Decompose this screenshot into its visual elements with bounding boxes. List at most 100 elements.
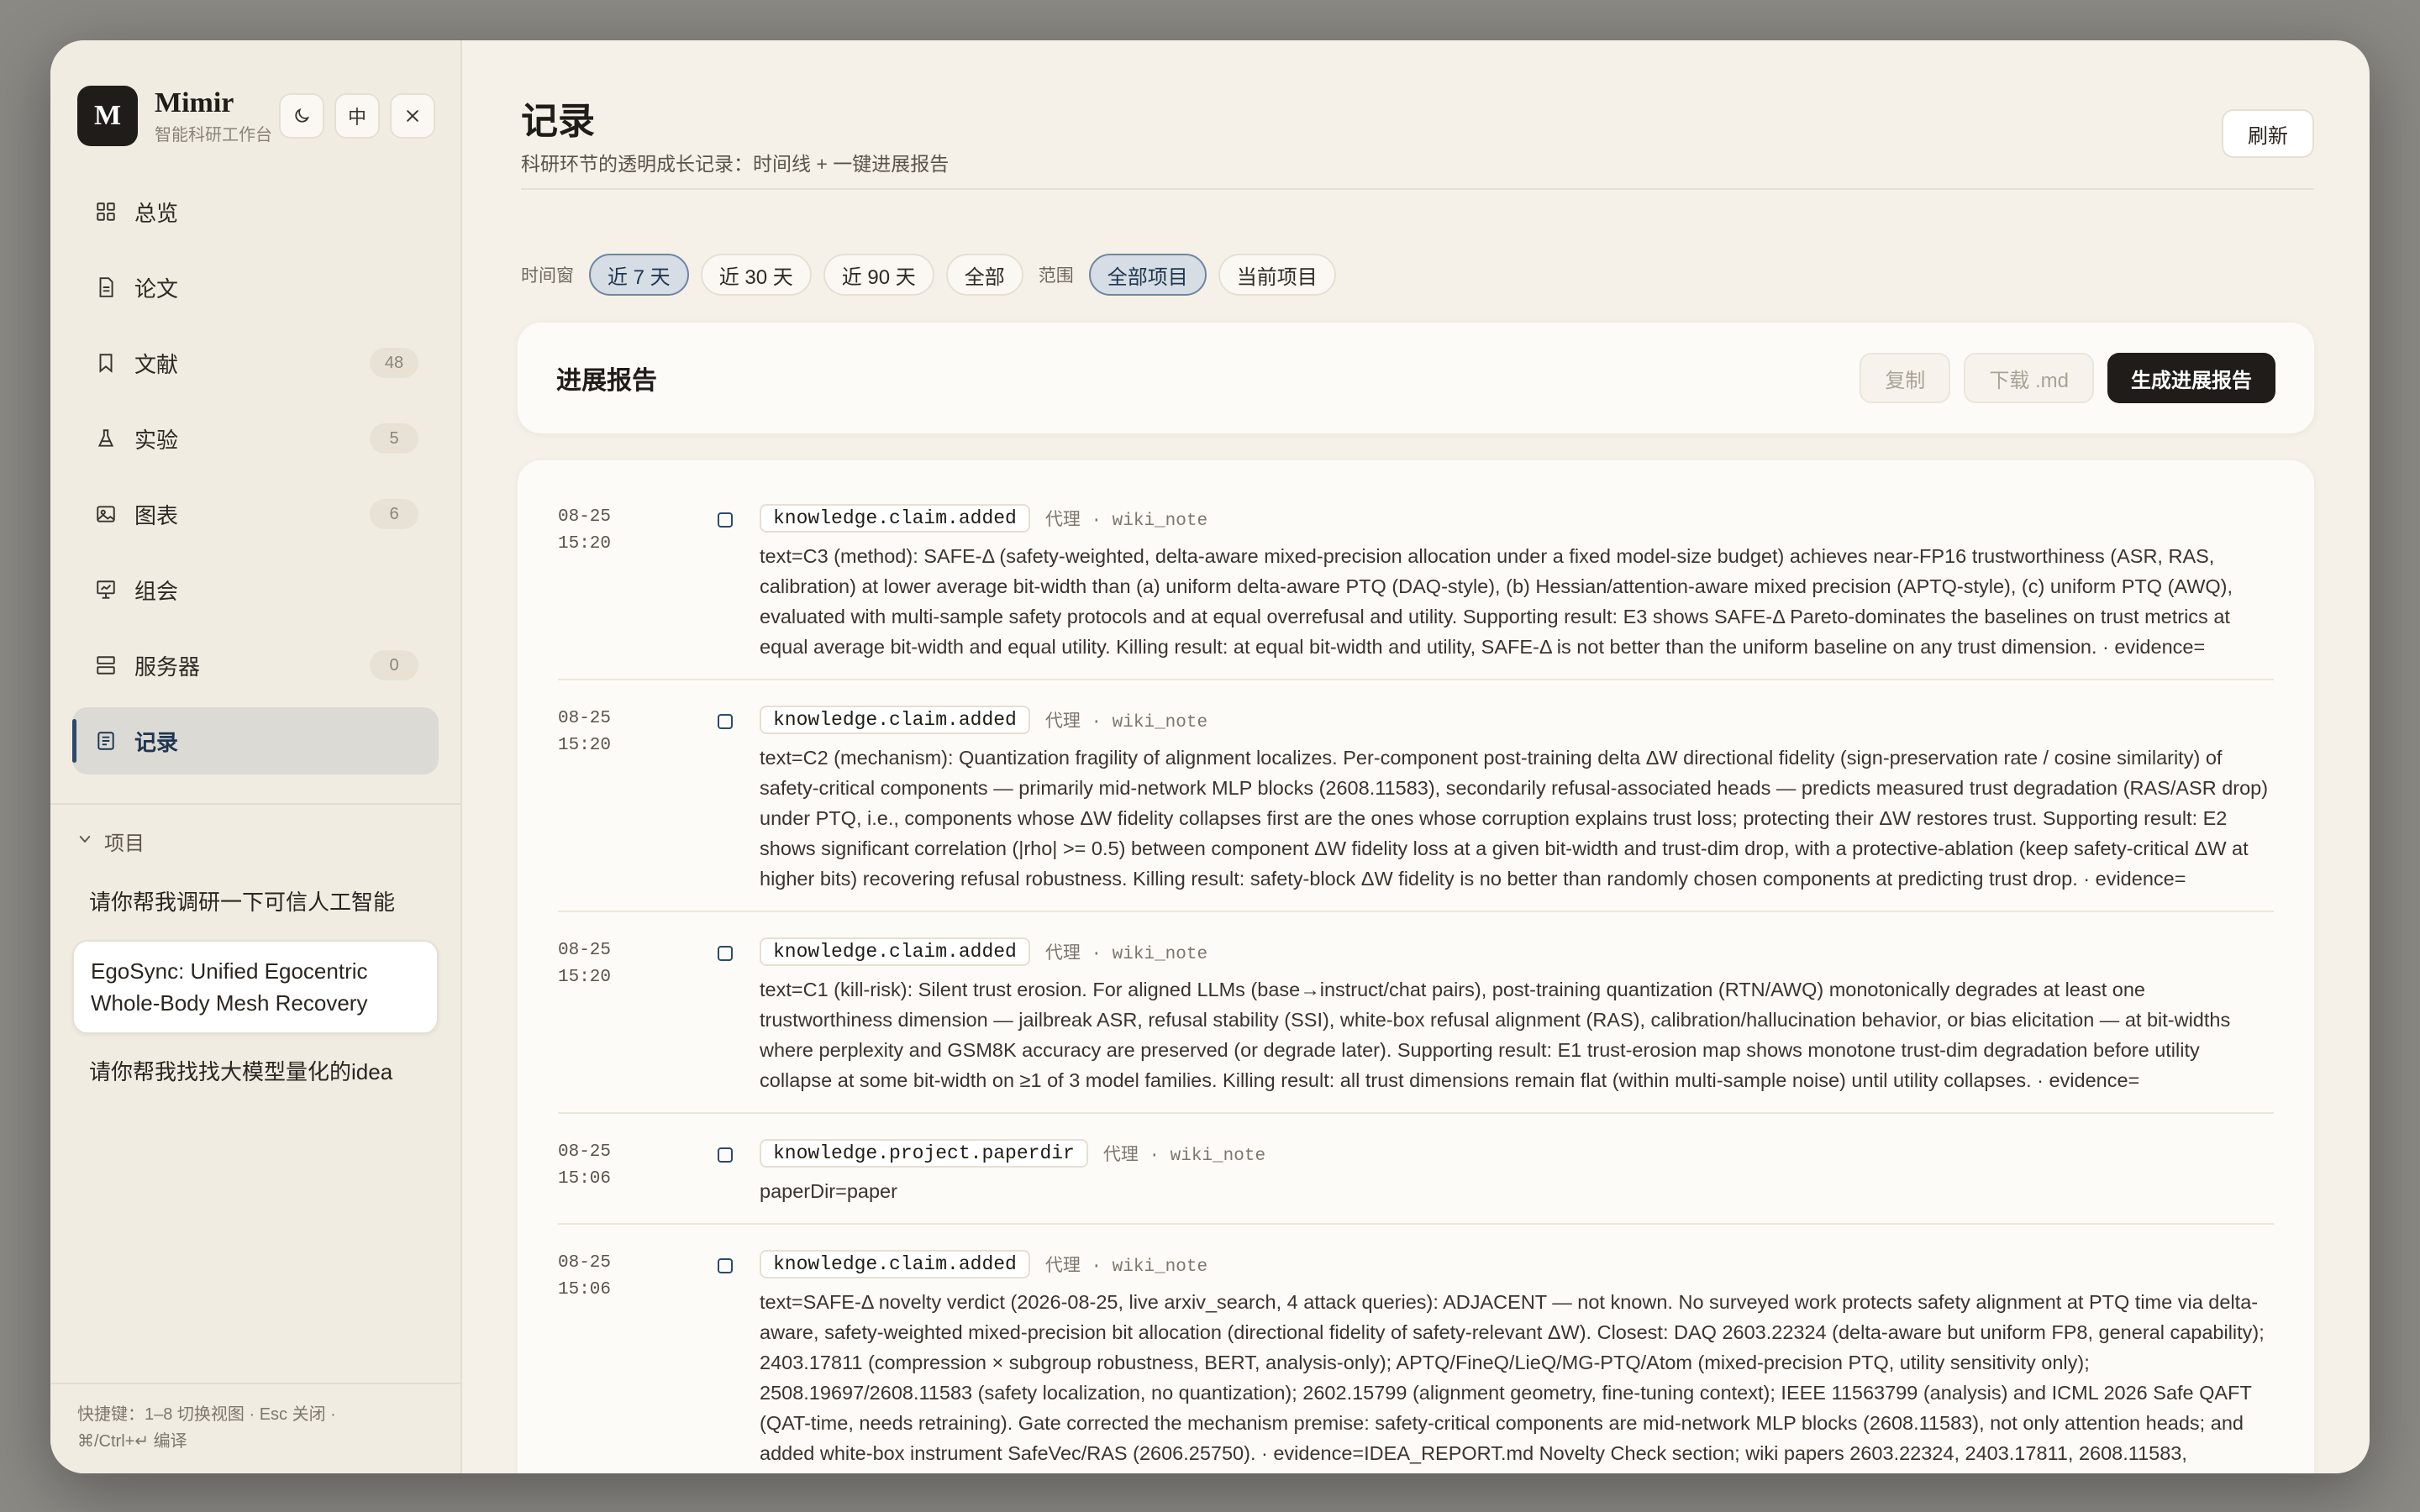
- theme-toggle-button[interactable]: [279, 93, 324, 139]
- flask-icon: [92, 425, 119, 452]
- event-meta: 代理 · wiki_note: [1044, 945, 1208, 964]
- refresh-button[interactable]: 刷新: [2222, 109, 2314, 158]
- entry-checkbox[interactable]: [718, 1250, 760, 1473]
- log-icon: [92, 727, 119, 754]
- sidebar-item-label: 论文: [134, 276, 179, 302]
- bookmark-icon: [92, 349, 119, 376]
- project-item[interactable]: 请你帮我调研一下可信人工智能: [72, 873, 439, 932]
- presentation-icon: [92, 576, 119, 603]
- event-meta: 代理 · wiki_note: [1102, 1147, 1266, 1166]
- event-meta: 代理 · wiki_note: [1044, 1257, 1208, 1277]
- moon-icon: [295, 108, 310, 123]
- count-badge: 6: [370, 499, 418, 529]
- close-icon: [407, 110, 418, 122]
- event-text: paperDir=paper: [760, 1180, 897, 1202]
- sidebar-item-label: 记录: [134, 729, 179, 755]
- sidebar-item-records[interactable]: 记录: [72, 707, 439, 774]
- project-list: 请你帮我调研一下可信人工智能 EgoSync: Unified Egocentr…: [50, 856, 460, 1110]
- entry-checkbox[interactable]: [718, 1139, 760, 1206]
- event-tag: knowledge.claim.added: [760, 706, 1030, 734]
- sidebar-item-label: 实验: [134, 427, 179, 453]
- timeline-entry: 08-25 15:06 knowledge.claim.added 代理 · wik…: [558, 1250, 2274, 1473]
- report-title: 进展报告: [556, 367, 657, 395]
- filter-30d[interactable]: 近 30 天: [700, 254, 812, 296]
- entry-timestamp: 08-25 15:06: [558, 1139, 718, 1206]
- entry-date: 08-25: [558, 1142, 612, 1162]
- scope-current-project[interactable]: 当前项目: [1218, 254, 1336, 296]
- event-meta: 代理 · wiki_note: [1044, 512, 1208, 531]
- sidebar-item-experiment[interactable]: 实验 5: [72, 405, 439, 472]
- entry-date: 08-25: [558, 941, 612, 960]
- filter-90d[interactable]: 近 90 天: [823, 254, 934, 296]
- entry-checkbox[interactable]: [718, 937, 760, 1095]
- sidebar-item-paper[interactable]: 论文: [72, 254, 439, 321]
- projects-toggle[interactable]: 项目: [50, 805, 460, 856]
- time-window-label: 时间窗: [521, 266, 574, 286]
- timeline-entry: 08-25 15:20 knowledge.claim.added 代理 · wik…: [558, 937, 2274, 1114]
- event-text: text=C2 (mechanism): Quantization fragil…: [760, 747, 2269, 890]
- event-tag: knowledge.claim.added: [760, 504, 1030, 533]
- entry-timestamp: 08-25 15:20: [558, 504, 718, 662]
- sidebar-item-label: 文献: [134, 351, 179, 377]
- entry-time: 15:20: [558, 736, 612, 755]
- event-text: text=C1 (kill-risk): Silent trust erosio…: [760, 979, 2231, 1091]
- entry-checkbox[interactable]: [718, 706, 760, 894]
- scope-all-projects[interactable]: 全部项目: [1088, 254, 1207, 296]
- chevron-down-icon: [77, 832, 92, 851]
- entry-checkbox[interactable]: [718, 504, 760, 662]
- entry-time: 15:20: [558, 534, 612, 554]
- sidebar-item-label: 组会: [134, 578, 179, 604]
- sidebar-item-label: 总览: [134, 200, 179, 226]
- event-meta: 代理 · wiki_note: [1044, 713, 1208, 732]
- shortcut-hint: 快捷键：1–8 切换视图 · Esc 关闭 · ⌘/Ctrl+↵ 编译: [50, 1383, 460, 1473]
- entry-timestamp: 08-25 15:20: [558, 937, 718, 1095]
- filter-all-time[interactable]: 全部: [945, 254, 1023, 296]
- page-title: 记录: [521, 101, 595, 142]
- project-item-active[interactable]: EgoSync: Unified Egocentric Whole-Body M…: [72, 940, 439, 1034]
- close-button[interactable]: [390, 93, 435, 139]
- app-name: Mimir: [155, 87, 234, 118]
- header-divider: [521, 188, 2314, 190]
- timeline-entry: 08-25 15:06 knowledge.project.paperdir 代理 …: [558, 1139, 2274, 1225]
- entry-time: 15:06: [558, 1280, 612, 1299]
- brand: M Mimir 智能科研工作台 中: [50, 40, 460, 158]
- page-subtitle: 科研环节的透明成长记录：时间线 + 一键进展报告: [521, 153, 950, 175]
- sidebar-item-servers[interactable]: 服务器 0: [72, 632, 439, 699]
- app-logo: M: [77, 86, 138, 146]
- entry-time: 15:06: [558, 1169, 612, 1189]
- main-panel: 记录 科研环节的透明成长记录：时间线 + 一键进展报告 刷新 时间窗 近 7 天…: [462, 40, 2370, 1473]
- document-icon: [92, 274, 119, 301]
- count-badge: 0: [370, 650, 418, 680]
- timeline: 08-25 15:20 knowledge.claim.added 代理 · wik…: [518, 460, 2314, 1473]
- app-subtitle: 智能科研工作台: [155, 125, 272, 144]
- sidebar-item-literature[interactable]: 文献 48: [72, 329, 439, 396]
- language-toggle-button[interactable]: 中: [334, 93, 380, 139]
- download-md-button[interactable]: 下载 .md: [1964, 353, 2094, 403]
- image-icon: [92, 501, 119, 528]
- filter-bar: 时间窗 近 7 天 近 30 天 近 90 天 全部 范围 全部项目 当前项目: [518, 254, 1336, 296]
- sidebar-item-meeting[interactable]: 组会: [72, 556, 439, 623]
- shortcut-line: ⌘/Ctrl+↵ 编译: [77, 1432, 187, 1451]
- event-text: text=SAFE-Δ novelty verdict (2026-08-25,…: [760, 1291, 2265, 1473]
- sidebar-item-overview[interactable]: 总览: [72, 178, 439, 245]
- entry-time: 15:20: [558, 968, 612, 987]
- app-window: M Mimir 智能科研工作台 中 总览 论文 文献 48 实验 5 图表 6 …: [50, 40, 2370, 1473]
- event-tag: knowledge.project.paperdir: [760, 1139, 1088, 1168]
- sidebar-item-label: 图表: [134, 502, 179, 528]
- event-text: text=C3 (method): SAFE-Δ (safety-weighte…: [760, 545, 2233, 658]
- scope-label: 范围: [1038, 266, 1074, 286]
- entry-date: 08-25: [558, 709, 612, 728]
- entry-date: 08-25: [558, 507, 612, 527]
- shortcut-line: 快捷键：1–8 切换视图 · Esc 关闭 ·: [77, 1405, 336, 1424]
- event-tag: knowledge.claim.added: [760, 937, 1030, 966]
- entry-timestamp: 08-25 15:06: [558, 1250, 718, 1473]
- server-icon: [92, 652, 119, 679]
- event-tag: knowledge.claim.added: [760, 1250, 1030, 1278]
- timeline-entry: 08-25 15:20 knowledge.claim.added 代理 · wik…: [558, 504, 2274, 680]
- sidebar-item-figures[interactable]: 图表 6: [72, 480, 439, 548]
- generate-report-button[interactable]: 生成进展报告: [2107, 353, 2275, 403]
- project-item[interactable]: 请你帮我找找大模型量化的idea: [72, 1042, 439, 1101]
- copy-button[interactable]: 复制: [1860, 353, 1951, 403]
- sidebar-nav: 总览 论文 文献 48 实验 5 图表 6 组会 服务器 0 记录: [50, 158, 460, 783]
- filter-7d[interactable]: 近 7 天: [589, 254, 689, 296]
